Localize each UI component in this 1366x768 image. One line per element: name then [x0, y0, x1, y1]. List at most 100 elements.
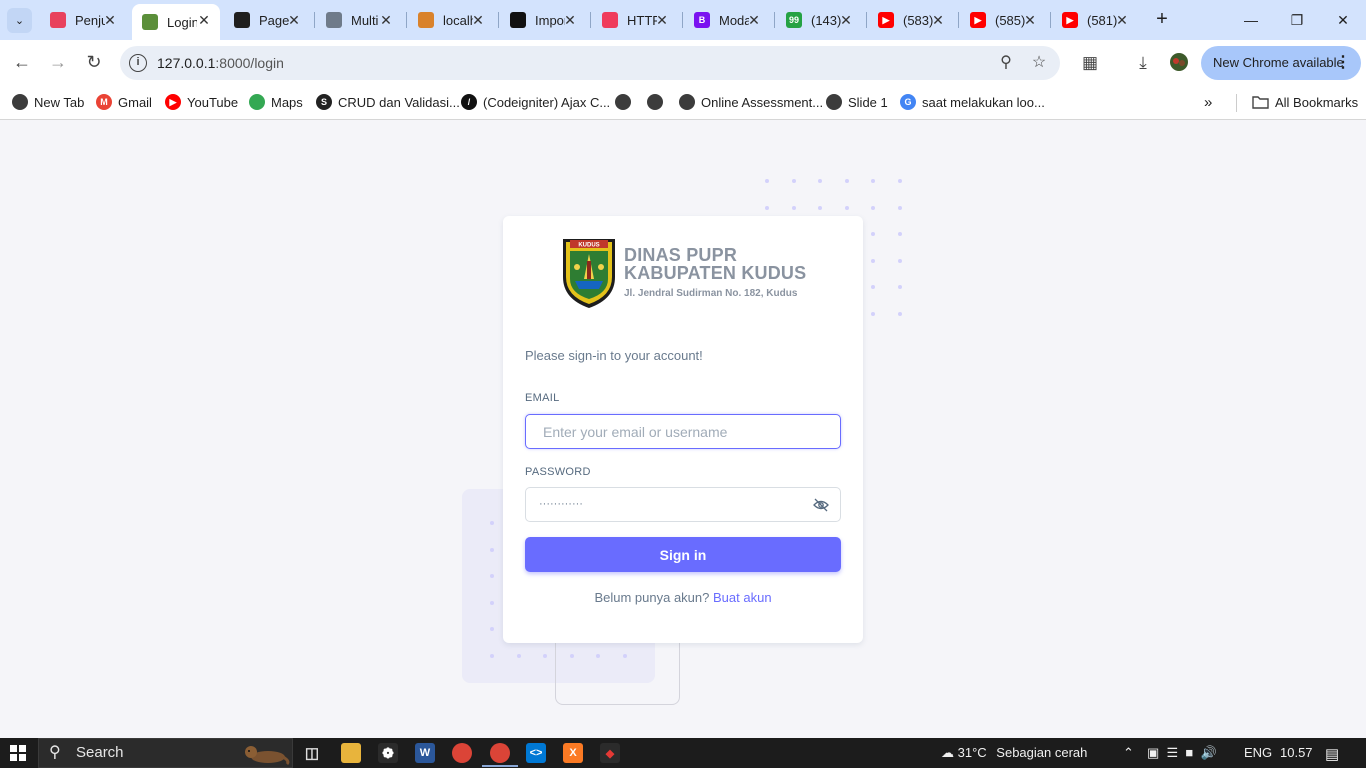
back-icon[interactable]: ← [10, 51, 34, 75]
tab-title: Import [535, 12, 565, 28]
close-tab-icon[interactable]: ✕ [102, 12, 118, 29]
tab-9[interactable]: ▶ (583) ✕ [868, 4, 954, 36]
bookmark-star-icon[interactable]: ☆ [1029, 53, 1049, 73]
git-icon[interactable]: ◆ [600, 743, 620, 763]
settings-gear-icon[interactable]: ❁ [378, 743, 398, 763]
bookmark-item[interactable]: Slide 1 [826, 92, 888, 112]
download-icon[interactable]: ⤓ [1131, 51, 1155, 75]
close-tab-icon[interactable]: ✕ [286, 12, 302, 29]
site-info-icon[interactable]: i [129, 54, 147, 72]
address-bar[interactable]: i 127.0.0.1:8000/login ⚲ ☆ [120, 46, 1060, 80]
avatar [1170, 53, 1188, 71]
globe-icon [615, 94, 631, 110]
xampp-icon[interactable]: X [563, 743, 583, 763]
tab-title: Penjualan [75, 12, 105, 28]
file-explorer-icon[interactable] [341, 743, 361, 763]
eye-off-icon[interactable] [813, 498, 829, 512]
bookmark-item[interactable]: Online Assessment... [679, 92, 823, 112]
chrome-active-icon[interactable] [490, 743, 510, 763]
bookmark-item[interactable]: New Tab [12, 92, 84, 112]
close-tab-icon[interactable]: ✕ [838, 12, 854, 29]
password-input[interactable]: ············ [525, 487, 841, 522]
tab-6[interactable]: HTTP ✕ [592, 4, 678, 36]
vscode-icon[interactable]: <> [526, 743, 546, 763]
organization-name-line1: DINAS PUPR [624, 245, 738, 265]
tab-separator [498, 12, 499, 28]
notifications-icon[interactable]: ▤ [1325, 745, 1339, 763]
close-tab-icon[interactable]: ✕ [746, 12, 762, 29]
create-account-link[interactable]: Buat akun [713, 590, 772, 605]
password-label: PASSWORD [525, 466, 591, 478]
bookmark-item[interactable] [615, 92, 637, 112]
extensions-icon[interactable]: ▦ [1078, 51, 1102, 75]
close-tab-icon[interactable]: ✕ [196, 12, 212, 29]
profile-avatar-icon[interactable] [1167, 51, 1191, 75]
decorative-dot [516, 653, 521, 658]
codeigniter-icon: / [461, 94, 477, 110]
bookmark-item[interactable]: M Gmail [96, 92, 152, 112]
tab-1[interactable]: Login ✕ [132, 4, 220, 40]
close-tab-icon[interactable]: ✕ [1114, 12, 1130, 29]
decorative-dot [897, 179, 902, 183]
tab-8[interactable]: 99 (143) ✕ [776, 4, 862, 36]
tab-5[interactable]: Import✕ [500, 4, 586, 36]
bookmark-item[interactable]: Gsaat melakukan loo... [900, 92, 1045, 112]
bookmark-item[interactable]: Maps [249, 92, 303, 112]
close-tab-icon[interactable]: ✕ [1022, 12, 1038, 29]
weather-widget[interactable]: ☁ 31°C Sebagian cerah [941, 745, 1087, 761]
decorative-dot [490, 653, 494, 658]
system-tray-icons[interactable]: ▣ ☰ ■ 🔊 [1147, 745, 1217, 761]
tab-title: (581) [1087, 12, 1117, 28]
tab-0[interactable]: Penjualan✕ [40, 4, 126, 36]
bookmark-item[interactable]: ▶ YouTube [165, 92, 238, 112]
restore-button[interactable]: ❐ [1285, 8, 1309, 32]
task-view-icon[interactable]: ◫ [302, 743, 322, 763]
reload-icon[interactable]: ↻ [82, 51, 106, 75]
tab-11[interactable]: ▶ (581) ✕ [1052, 4, 1138, 36]
zoom-search-icon[interactable]: ⚲ [996, 53, 1016, 73]
bookmark-item[interactable] [647, 92, 669, 112]
clock[interactable]: 10.57 [1280, 745, 1313, 760]
language-indicator[interactable]: ENG [1244, 745, 1272, 760]
url-text[interactable]: 127.0.0.1:8000/login [157, 55, 284, 71]
weather-temperature: 31°C [957, 745, 987, 760]
decorative-dot [897, 311, 902, 316]
bookmark-item[interactable]: / (Codeigniter) Ajax C... [461, 92, 610, 112]
new-tab-button[interactable]: + [1152, 8, 1172, 32]
close-window-button[interactable]: ✕ [1331, 8, 1355, 32]
email-input[interactable] [525, 414, 841, 449]
new-chrome-available-button[interactable]: New Chrome available ⋮ [1201, 46, 1361, 80]
sign-in-button[interactable]: Sign in [525, 537, 841, 572]
all-bookmarks-button[interactable]: All Bookmarks [1252, 92, 1358, 112]
close-tab-icon[interactable]: ✕ [930, 12, 946, 29]
decorative-dot [871, 258, 875, 263]
close-tab-icon[interactable]: ✕ [470, 12, 486, 29]
tab-2[interactable]: Pages✕ [224, 4, 310, 36]
tab-10[interactable]: ▶ (585) ✕ [960, 4, 1046, 36]
organization-name: DINAS PUPR KABUPATEN KUDUS [624, 246, 806, 282]
word-icon[interactable]: W [415, 743, 435, 763]
chrome-icon[interactable] [452, 743, 472, 763]
minimize-button[interactable]: — [1239, 8, 1263, 32]
decorative-dot [490, 574, 494, 578]
close-tab-icon[interactable]: ✕ [562, 12, 578, 29]
close-tab-icon[interactable]: ✕ [378, 12, 394, 29]
decorative-dot [765, 205, 769, 210]
decorative-dot [871, 205, 875, 210]
tab-search-button[interactable]: ⌄ [7, 8, 32, 33]
bookmarks-divider [1236, 94, 1237, 112]
tab-7[interactable]: B Modal✕ [684, 4, 770, 36]
bookmark-item[interactable]: S CRUD dan Validasi... [316, 92, 460, 112]
menu-dots-icon[interactable]: ⋮ [1335, 46, 1351, 80]
tab-title: Modal [719, 12, 749, 28]
forward-icon[interactable]: → [46, 51, 70, 75]
tab-title: (143) [811, 12, 841, 28]
close-tab-icon[interactable]: ✕ [654, 12, 670, 29]
windows-start-icon[interactable] [10, 745, 26, 761]
tab-4[interactable]: localhost✕ [408, 4, 494, 36]
show-hidden-icons-chevron-icon[interactable]: ⌃ [1123, 745, 1134, 761]
tab-3[interactable]: Multi ✕ [316, 4, 402, 36]
tab-title: (583) [903, 12, 933, 28]
taskbar-search-box[interactable]: ⚲ Search [38, 738, 293, 768]
more-bookmarks-chevron-icon[interactable]: » [1204, 92, 1212, 112]
